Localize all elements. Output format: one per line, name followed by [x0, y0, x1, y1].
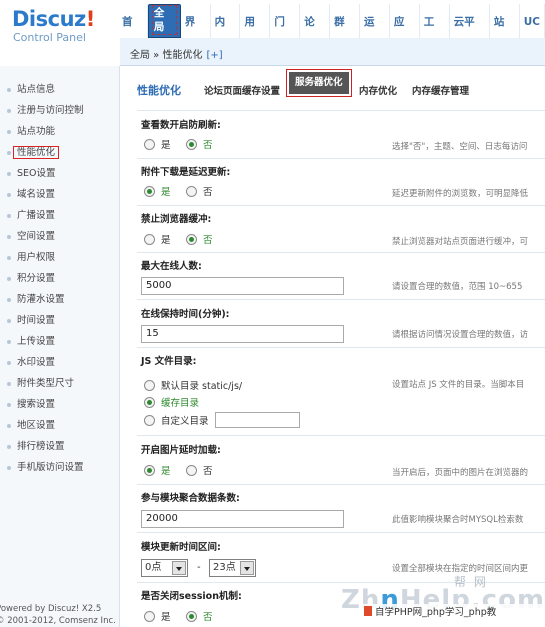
radio-no[interactable]: 否 [186, 463, 213, 477]
sidebar-item[interactable]: SEO设置 [0, 163, 119, 184]
nav-apps[interactable]: 应用 [390, 4, 420, 65]
sidebar-footer: Powered by Discuz! X2.5 © 2001-2012, Com… [0, 603, 120, 627]
setting-title: 是否关闭session机制: [141, 591, 242, 602]
nav-home[interactable]: 首页 [118, 4, 148, 65]
update-to-select[interactable]: 23点 [209, 559, 256, 577]
nav-webmaster[interactable]: 站长 [490, 4, 520, 65]
page-title: 性能优化 [137, 84, 181, 97]
nav-portal[interactable]: 门户 [270, 4, 301, 65]
nav-interface[interactable]: 界面 [181, 4, 211, 65]
sidebar-item[interactable]: 注册与访问控制 [0, 100, 119, 121]
nav-forum[interactable]: 论坛 [300, 4, 331, 65]
radio-yes[interactable]: 是 [144, 463, 171, 477]
radio-yes[interactable]: 是 [144, 137, 171, 151]
radio-no[interactable]: 否 [186, 184, 213, 198]
tab-server-optimize[interactable]: 服务器优化 [286, 69, 352, 97]
nav-content[interactable]: 内容 [211, 4, 241, 65]
nav-operations[interactable]: 运营 [360, 4, 390, 65]
sidebar-item[interactable]: 用户权限 [0, 247, 119, 268]
logo-subtitle: Control Panel [13, 31, 86, 44]
radio-yes[interactable]: 是 [144, 232, 171, 246]
radio-yes[interactable]: 是 [144, 609, 171, 623]
custom-dir-input[interactable] [215, 412, 300, 428]
setting-desc: 当开启后，页面中的图片在浏览器的 [392, 468, 529, 478]
radio-cache-dir[interactable]: 缓存目录 [144, 395, 199, 409]
update-from-select[interactable]: 0点 [141, 559, 188, 577]
add-shortcut-link[interactable]: [+] [206, 50, 222, 61]
sidebar-item[interactable]: 空间设置 [0, 226, 119, 247]
top-nav: 首页 全局 界面 内容 用户 门户 论坛 群组 运营 应用 工具 云平台 站长 … [118, 4, 545, 65]
radio-no[interactable]: 否 [186, 232, 213, 246]
nav-global[interactable]: 全局 [147, 4, 181, 38]
sidebar-item[interactable]: 站点功能 [0, 121, 119, 142]
setting-title: 在线保持时间(分钟): [141, 309, 230, 320]
setting-title: JS 文件目录: [141, 356, 197, 367]
online-hold-input[interactable]: 15 [141, 325, 344, 343]
tab-forum-cache[interactable]: 论坛页面缓存设置 [204, 83, 280, 97]
copyright: © 2001-2012, Comsenz Inc. [0, 616, 116, 626]
sidebar-item[interactable]: 搜索设置 [0, 394, 119, 415]
sidebar: 站点信息 注册与访问控制 站点功能 性能优化 SEO设置 域名设置 广播设置 空… [0, 66, 120, 627]
sidebar-item[interactable]: 时间设置 [0, 310, 119, 331]
setting-desc: 请根据访问情况设置合理的数值，访 [392, 330, 529, 340]
radio-no[interactable]: 否 [186, 609, 213, 623]
sidebar-item[interactable]: 广播设置 [0, 205, 119, 226]
flag-icon [364, 606, 372, 616]
max-online-input[interactable]: 5000 [141, 277, 344, 295]
tab-bar: 性能优化 论坛页面缓存设置 服务器优化 内存优化 内存缓存管理 [120, 66, 545, 110]
sidebar-item[interactable]: 上传设置 [0, 331, 119, 352]
watermark-band: 自学PHP网_php学习_php教 [360, 604, 545, 621]
setting-desc: 此值影响模块聚合时MYSQL检索数 [392, 515, 524, 525]
sidebar-item[interactable]: 站点信息 [0, 79, 119, 100]
sidebar-item[interactable]: 附件类型尺寸 [0, 373, 119, 394]
discuz-logo[interactable]: Discuz! Control Panel [12, 8, 116, 48]
site-watermark: 帮 网 ZhnHelp.com 自学PHP网_php学习_php教 [336, 540, 545, 627]
header: Discuz! Control Panel 首页 全局 界面 内容 用户 门户 … [0, 0, 545, 65]
chevron-down-icon [240, 561, 254, 575]
setting-desc: 设置站点 JS 文件的目录。当脚本目 [392, 380, 525, 390]
nav-uc[interactable]: UC [520, 4, 545, 38]
nav-tools[interactable]: 工具 [420, 4, 450, 65]
nav-groups[interactable]: 群组 [330, 4, 360, 65]
tab-memory-cache[interactable]: 内存缓存管理 [412, 83, 469, 97]
powered-by: Powered by Discuz! X2.5 [0, 604, 102, 614]
setting-desc: 选择"否"，主题、空间、日志每访问 [392, 142, 528, 152]
sidebar-item[interactable]: 防灌水设置 [0, 289, 119, 310]
nav-users[interactable]: 用户 [240, 4, 271, 65]
logo-brand: Discuz! [12, 7, 95, 31]
setting-desc: 请设置合理的数值，范围 10~655 [392, 282, 523, 292]
breadcrumb-bar: 全局 » 性能优化 [+] [120, 38, 545, 66]
setting-title: 查看数开启防刷新: [141, 120, 221, 131]
setting-title: 参与模块聚合数据条数: [141, 493, 240, 504]
setting-title: 最大在线人数: [141, 261, 202, 272]
sidebar-item-active[interactable]: 性能优化 [0, 142, 119, 163]
radio-default-dir[interactable]: 默认目录 static/js/ [144, 378, 242, 392]
radio-yes[interactable]: 是 [144, 184, 171, 198]
sidebar-item[interactable]: 域名设置 [0, 184, 119, 205]
tab-memory-optimize[interactable]: 内存优化 [359, 83, 397, 97]
sidebar-item[interactable]: 积分设置 [0, 268, 119, 289]
radio-custom-dir[interactable]: 自定义目录 [144, 413, 209, 427]
radio-no[interactable]: 否 [186, 137, 213, 151]
setting-title: 禁止浏览器缓冲: [141, 214, 212, 225]
setting-title: 开启图片延时加载: [141, 445, 221, 456]
range-dash: - [197, 562, 201, 573]
sidebar-item[interactable]: 水印设置 [0, 352, 119, 373]
setting-title: 模块更新时间区间: [141, 542, 221, 553]
chevron-down-icon [172, 561, 186, 575]
setting-desc: 禁止浏览器对站点页面进行缓冲，可 [392, 237, 529, 247]
block-data-input[interactable]: 20000 [141, 510, 344, 528]
setting-desc: 延迟更新附件的浏览数，可明显降低 [392, 189, 529, 199]
breadcrumb: 全局 » 性能优化 [+] [130, 50, 223, 61]
sidebar-item[interactable]: 手机版访问设置 [0, 457, 119, 478]
sidebar-item[interactable]: 排行榜设置 [0, 436, 119, 457]
nav-cloud[interactable]: 云平台 [450, 4, 490, 65]
sidebar-item[interactable]: 地区设置 [0, 415, 119, 436]
setting-title: 附件下载是延迟更新: [141, 167, 231, 178]
